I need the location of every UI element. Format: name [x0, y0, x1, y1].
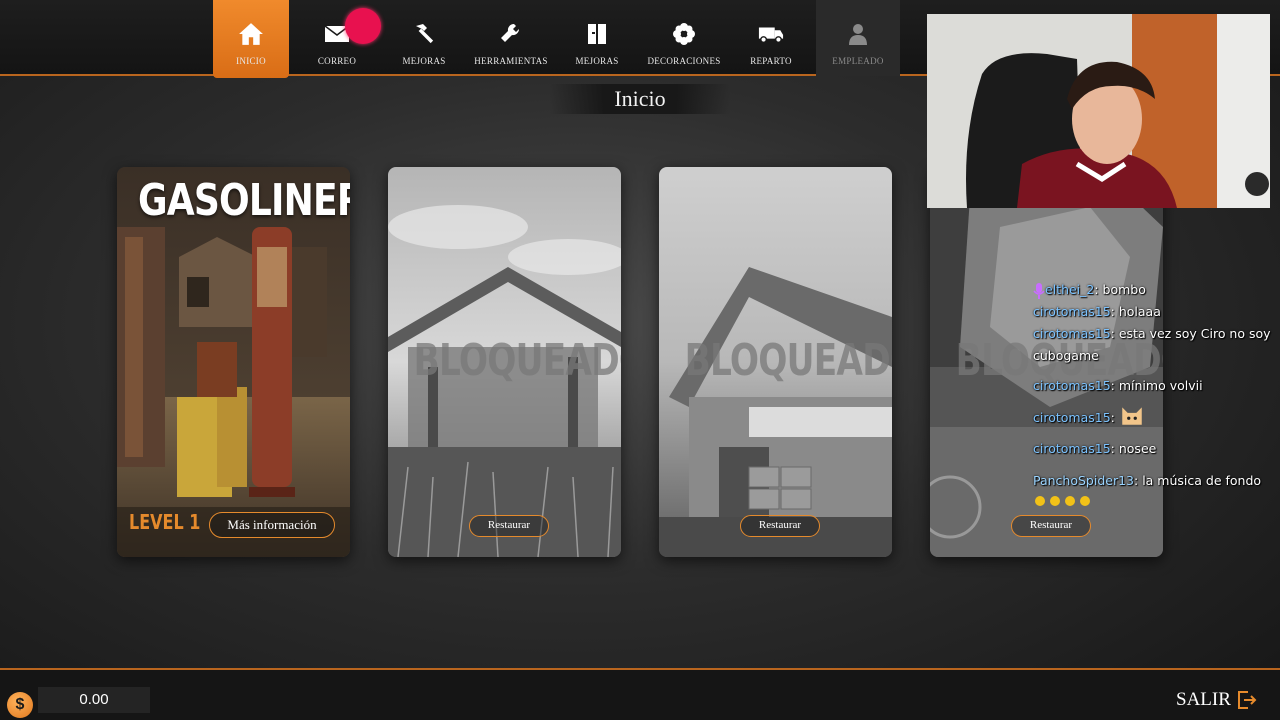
nav-tab-label: DECORACIONES — [647, 56, 721, 66]
chat-username: PanchoSpider13 — [1033, 473, 1135, 488]
chat-message: cirotomas15: — [1033, 403, 1273, 434]
chat-username: cirotomas15 — [1033, 304, 1111, 319]
nav-tab-reparto[interactable]: REPARTO — [733, 0, 809, 76]
balance-display: 0.00 — [38, 687, 150, 713]
location-card-locked-1[interactable]: BLOQUEADO Restaurar — [388, 167, 621, 557]
chat-text: : nosee — [1110, 441, 1157, 456]
chat-text: : mínimo volvii — [1110, 378, 1203, 393]
nav-tab-mejoras-2[interactable]: MEJORAS — [559, 0, 635, 76]
chat-username: cirotomas15 — [1033, 326, 1111, 341]
nav-tab-label: MEJORAS — [402, 56, 446, 66]
streamer-webcam-image — [927, 14, 1270, 208]
chat-text: : la música de fondo — [1134, 473, 1262, 488]
nav-tab-label: CORREO — [317, 56, 357, 66]
hammer-icon — [416, 24, 434, 44]
webcam-overlay — [927, 14, 1270, 208]
notification-dot — [345, 8, 381, 44]
wrench-icon — [501, 23, 520, 42]
chat-username: cirotomas15 — [1033, 410, 1111, 425]
locked-label: BLOQUEADO — [413, 335, 621, 386]
restore-button[interactable]: Restaurar — [1011, 515, 1091, 537]
nav-tab-label: INICIO — [236, 56, 266, 66]
mic-icon — [1033, 282, 1045, 299]
nav-tab-inicio[interactable]: INICIO — [213, 0, 289, 78]
nav-tab-mejoras[interactable]: MEJORAS — [386, 0, 462, 76]
nav-tab-label: MEJORAS — [575, 56, 619, 66]
restore-button[interactable]: Restaurar — [469, 515, 549, 537]
chat-message: cirotomas15: mínimo volvii — [1033, 375, 1273, 397]
chat-username: cirotomas15 — [1033, 441, 1111, 456]
chat-username: cirotomas15 — [1033, 378, 1111, 393]
chat-message: cirotomas15: holaaa — [1033, 301, 1273, 323]
truck-icon — [758, 27, 784, 44]
more-info-button[interactable]: Más información — [209, 512, 335, 538]
cat-emote-icon — [1119, 403, 1145, 434]
chat-username: elthei_2 — [1045, 282, 1095, 297]
bottom-bar: $ 0.00 SALIR — [0, 668, 1280, 720]
exit-button[interactable]: SALIR — [1176, 688, 1257, 712]
person-icon — [849, 24, 867, 45]
card-title: GASOLINERA — [137, 175, 350, 226]
book-icon — [588, 24, 606, 44]
restore-button[interactable]: Restaurar — [740, 515, 820, 537]
flower-icon — [673, 23, 695, 45]
locked-label: BLOQUEADO — [684, 335, 892, 386]
chat-message: elthei_2: bombo — [1033, 279, 1273, 301]
stream-chat: elthei_2: bombo cirotomas15: holaaa ciro… — [1033, 279, 1273, 515]
chat-message: cirotomas15: nosee — [1033, 438, 1273, 460]
exit-label: SALIR — [1176, 689, 1231, 710]
nav-tab-decoraciones[interactable]: DECORACIONES — [646, 0, 722, 76]
chat-text: : holaaa — [1110, 304, 1161, 319]
chat-message: cirotomas15: esta vez soy Ciro no soy cu… — [1033, 323, 1273, 367]
coin-icon: $ — [7, 692, 33, 718]
nav-tab-herramientas[interactable]: HERRAMIENTAS — [473, 0, 549, 76]
card-level: LEVEL 1 — [129, 510, 201, 534]
nav-tab-label: HERRAMIENTAS — [474, 56, 548, 66]
nav-tab-label: REPARTO — [750, 56, 792, 66]
page-title: Inicio — [550, 84, 730, 114]
home-icon — [239, 23, 263, 45]
chat-text: : bombo — [1094, 282, 1146, 297]
chat-text: : — [1110, 410, 1115, 425]
location-card-gasolinera[interactable]: GASOLINERA LEVEL 1 Más información — [117, 167, 350, 557]
chat-message: PanchoSpider13: la música de fondo — [1033, 470, 1273, 515]
duck-emote-icon — [1033, 493, 1093, 515]
exit-icon — [1237, 691, 1257, 709]
location-card-locked-2[interactable]: BLOQUEADO Restaurar — [659, 167, 892, 557]
nav-tab-empleado[interactable]: EMPLEADO — [816, 0, 900, 76]
nav-tab-label: EMPLEADO — [832, 56, 884, 66]
